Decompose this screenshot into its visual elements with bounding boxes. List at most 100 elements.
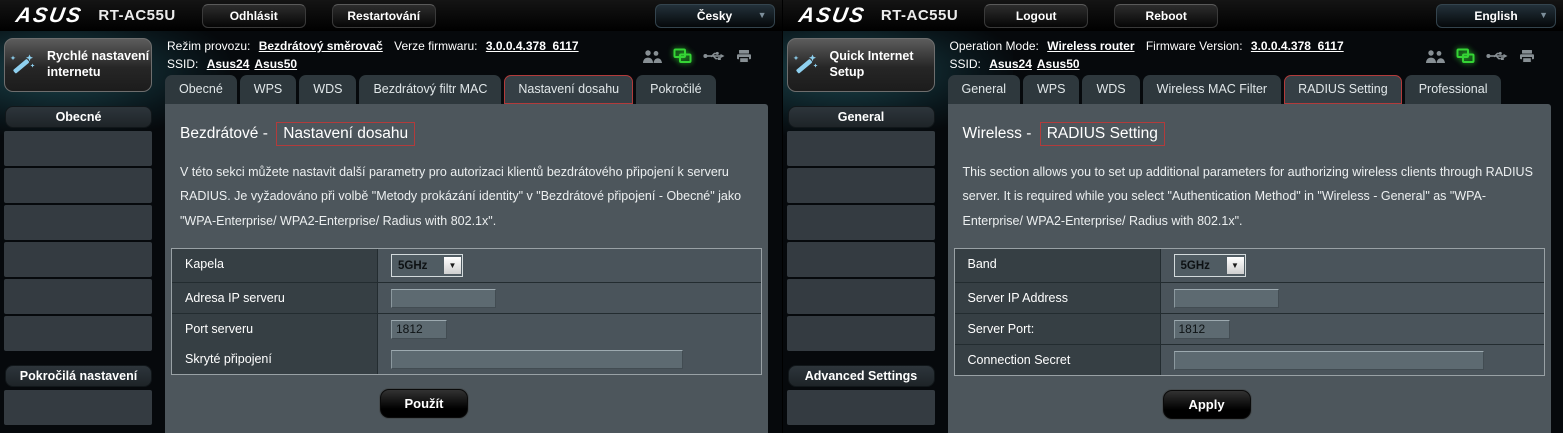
usb-icon[interactable] xyxy=(703,50,725,62)
quick-internet-setup-button[interactable]: Rychlé nastavení internetu xyxy=(4,38,152,92)
clients-icon[interactable] xyxy=(1425,49,1445,64)
band-select[interactable]: 5GHz ▼ xyxy=(1173,254,1246,278)
tab[interactable]: RADIUS Setting xyxy=(1284,75,1402,104)
table-row: Connection Secret xyxy=(954,345,1544,376)
server-port-input[interactable] xyxy=(1173,319,1230,339)
tab[interactable]: Bezdrátový filtr MAC xyxy=(359,75,502,104)
sidebar-section-title: General xyxy=(787,106,935,128)
language-dropdown[interactable]: Česky ▼ xyxy=(654,3,775,28)
sidebar-item[interactable] xyxy=(4,279,152,314)
chevron-down-icon: ▼ xyxy=(1539,9,1548,20)
top-bar: ASUS RT-AC55U Logout Reboot English ▼ xyxy=(782,0,1563,31)
logout-button[interactable]: Logout xyxy=(984,3,1089,28)
sidebar-item[interactable] xyxy=(786,279,935,314)
connection-secret-input[interactable] xyxy=(1173,350,1484,370)
sidebar-item[interactable] xyxy=(4,131,152,166)
sidebar-item[interactable] xyxy=(786,316,935,351)
tab[interactable]: Pokročilé xyxy=(636,75,716,104)
server-port-input[interactable] xyxy=(391,319,447,339)
sidebar-item[interactable] xyxy=(786,242,935,277)
band-label: Band xyxy=(954,249,1161,283)
tab-label: General xyxy=(961,82,1006,96)
page-title-highlight: Nastavení dosahu xyxy=(276,122,416,146)
operation-mode-link[interactable]: Bezdrátový směrovač xyxy=(259,39,383,53)
sidebar-item[interactable] xyxy=(786,390,935,425)
firmware-version-link[interactable]: 3.0.0.4.378_6117 xyxy=(1251,39,1344,53)
sidebar-section-title: Obecné xyxy=(5,106,152,128)
model-name: RT-AC55U xyxy=(880,7,959,24)
connection-secret-input[interactable] xyxy=(391,349,683,369)
band-select-value: 5GHz xyxy=(1180,259,1210,272)
sidebar-item[interactable] xyxy=(4,390,152,425)
sidebar-section: Advanced Settings xyxy=(783,365,943,425)
tab[interactable]: Obecné xyxy=(165,75,237,104)
language-value: Česky xyxy=(696,8,733,23)
ssid-link[interactable]: Asus50 xyxy=(1037,57,1080,71)
connection-secret-label: Skryté připojení xyxy=(172,344,378,375)
server-ip-input[interactable] xyxy=(391,288,496,308)
language-dropdown[interactable]: English ▼ xyxy=(1436,3,1556,28)
tab[interactable]: General xyxy=(947,75,1020,104)
sidebar: Quick Internet Setup General Advanced Se… xyxy=(783,31,943,433)
sidebar-item[interactable] xyxy=(4,242,152,277)
tab-bar: General WPS WDS Wireless MAC Filter RADI… xyxy=(947,75,1551,104)
tab[interactable]: Wireless MAC Filter xyxy=(1142,75,1282,104)
content-panel: Wireless - RADIUS Setting This section a… xyxy=(947,104,1551,433)
sidebar-section-title: Advanced Settings xyxy=(787,365,935,387)
tab[interactable]: WPS xyxy=(1022,75,1080,104)
apply-button[interactable]: Apply xyxy=(1162,390,1251,420)
band-select-value: 5GHz xyxy=(398,259,428,272)
server-ip-input[interactable] xyxy=(1173,288,1279,308)
operation-mode-link[interactable]: Wireless router xyxy=(1047,39,1134,53)
reboot-button[interactable]: Restartování xyxy=(331,3,436,28)
firmware-version-link[interactable]: 3.0.0.4.378_6117 xyxy=(486,39,579,53)
tab-label: Pokročilé xyxy=(650,82,702,96)
reboot-button[interactable]: Reboot xyxy=(1114,3,1219,28)
ssid-label: SSID: xyxy=(167,56,199,71)
sidebar-item[interactable] xyxy=(4,316,152,351)
tab[interactable]: WDS xyxy=(1082,75,1140,104)
content-panel: Bezdrátové - Nastavení dosahu V této sek… xyxy=(165,104,768,433)
ssid-label: SSID: xyxy=(949,56,981,71)
sidebar-item[interactable] xyxy=(786,168,935,203)
table-row: Skryté připojení xyxy=(172,344,761,375)
settings-table: Kapela 5GHz ▼ Adresa IP serveru Port ser… xyxy=(171,248,762,376)
quick-internet-setup-button[interactable]: Quick Internet Setup xyxy=(786,38,935,92)
sidebar-item[interactable] xyxy=(4,168,152,203)
tab-label: WPS xyxy=(1036,82,1066,96)
ssid-link[interactable]: Asus24 xyxy=(989,57,1032,71)
table-row: Kapela 5GHz ▼ xyxy=(172,249,761,284)
server-port-label: Server Port: xyxy=(954,314,1161,345)
chevron-down-icon: ▼ xyxy=(757,9,767,20)
band-select[interactable]: 5GHz ▼ xyxy=(391,254,463,278)
tab-label: RADIUS Setting xyxy=(1298,82,1388,96)
apply-button[interactable]: Použít xyxy=(380,389,468,419)
printer-icon[interactable] xyxy=(1519,49,1535,64)
ssid-link[interactable]: Asus50 xyxy=(254,57,297,71)
status-header: Režim provozu: Bezdrátový směrovač Verze… xyxy=(165,31,768,72)
tab[interactable]: Nastavení dosahu xyxy=(504,75,634,104)
ssid-link[interactable]: Asus24 xyxy=(207,57,250,71)
tab[interactable]: WDS xyxy=(299,75,357,104)
asus-logo: ASUS xyxy=(14,3,85,27)
printer-icon[interactable] xyxy=(736,49,752,64)
tab[interactable]: WPS xyxy=(239,75,297,104)
logout-button[interactable]: Odhlásit xyxy=(201,3,306,28)
table-row: Band 5GHz ▼ xyxy=(954,249,1544,284)
sidebar-item[interactable] xyxy=(786,131,935,166)
chevron-down-icon: ▼ xyxy=(1226,257,1244,275)
sidebar-section-title: Pokročilá nastavení xyxy=(5,365,152,387)
tab-label: Bezdrátový filtr MAC xyxy=(373,82,488,96)
sidebar-section: General xyxy=(783,106,943,351)
connection-secret-label: Connection Secret xyxy=(954,345,1161,376)
sidebar-item[interactable] xyxy=(4,205,152,240)
language-value: English xyxy=(1474,8,1518,23)
table-row: Server Port: xyxy=(954,314,1544,346)
tab[interactable]: Professional xyxy=(1404,75,1502,104)
sidebar-section: Pokročilá nastavení xyxy=(0,365,160,425)
lan-icon[interactable] xyxy=(1456,48,1475,64)
usb-icon[interactable] xyxy=(1485,50,1508,62)
lan-icon[interactable] xyxy=(673,48,692,64)
clients-icon[interactable] xyxy=(642,49,662,64)
sidebar-item[interactable] xyxy=(786,205,935,240)
